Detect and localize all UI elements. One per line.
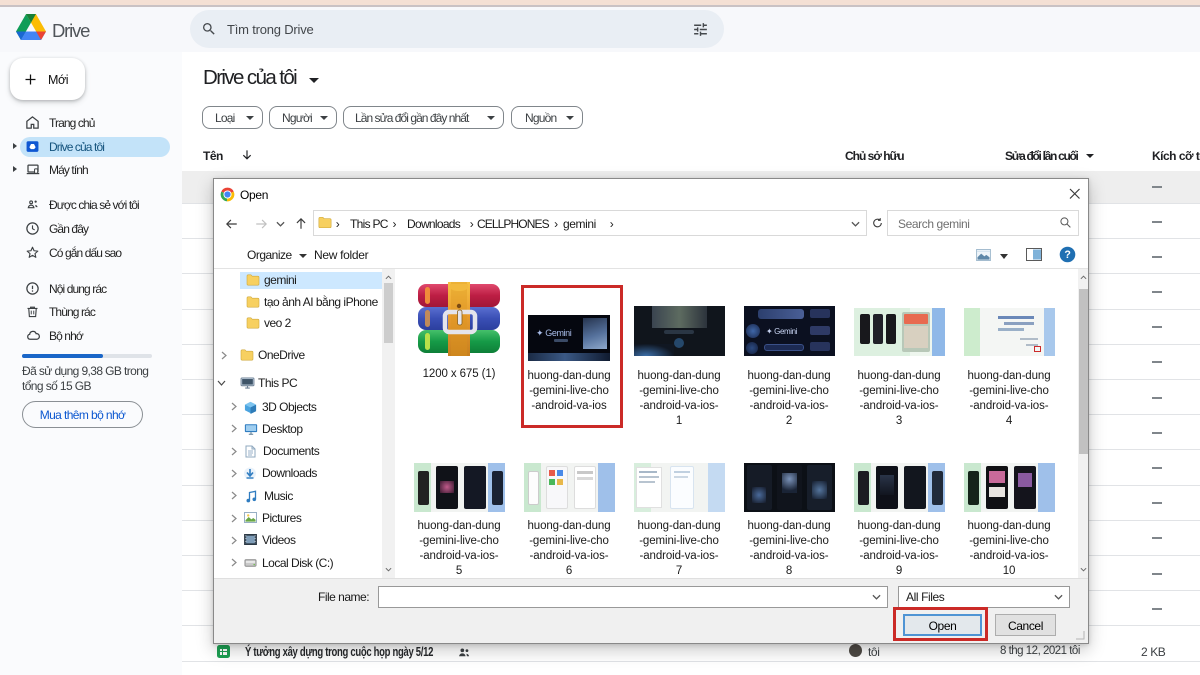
svg-text:?: ? xyxy=(1064,249,1070,261)
